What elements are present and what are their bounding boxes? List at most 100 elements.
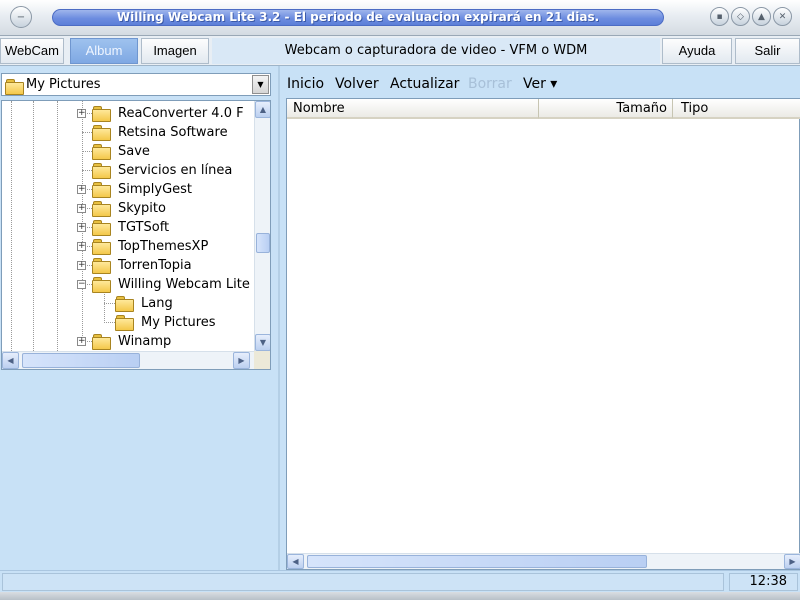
tree-connector bbox=[82, 170, 92, 171]
tree-item-label: ReaConverter 4.0 F bbox=[118, 106, 244, 121]
restore-icon[interactable]: ◇ bbox=[731, 7, 750, 26]
ayuda-button[interactable]: Ayuda bbox=[662, 38, 732, 64]
folder-icon bbox=[5, 79, 24, 95]
tree-item-label: TorrenTopia bbox=[118, 258, 192, 273]
folder-tree: + ReaConverter 4.0 F Retsina Software Save S… bbox=[1, 100, 271, 370]
column-header-tamano[interactable]: Tamaño bbox=[539, 99, 673, 119]
window-title: Willing Webcam Lite 3.2 - El periodo de … bbox=[52, 9, 664, 26]
tree-item[interactable]: Save bbox=[2, 142, 256, 161]
tree-item[interactable]: + TGTSoft bbox=[2, 218, 256, 237]
close-icon[interactable]: ✕ bbox=[773, 7, 792, 26]
window-bottom-border bbox=[0, 592, 800, 600]
expand-icon[interactable]: + bbox=[77, 109, 86, 118]
scroll-up-icon[interactable]: ▲ bbox=[255, 101, 270, 118]
tree-connector bbox=[104, 303, 115, 304]
file-list: Nombre Tamaño Tipo ◀ ▶ bbox=[286, 98, 800, 570]
borrar-link: Borrar bbox=[468, 76, 512, 92]
album-panel: Inicio Volver Actualizar Borrar Ver ▾ No… bbox=[282, 66, 800, 570]
folder-combo-value: My Pictures bbox=[26, 77, 101, 92]
column-header-nombre[interactable]: Nombre bbox=[287, 99, 539, 119]
tree-item[interactable]: − Willing Webcam Lite bbox=[2, 275, 256, 294]
folder-icon bbox=[115, 296, 134, 312]
tree-vscroll-thumb[interactable] bbox=[256, 233, 270, 253]
tree-item[interactable]: + ReaConverter 4.0 F bbox=[2, 104, 256, 123]
scroll-right-icon[interactable]: ▶ bbox=[784, 554, 800, 569]
status-bar: 12:38 bbox=[0, 570, 800, 592]
folder-icon bbox=[92, 106, 111, 122]
folder-panel: My Pictures ▼ + ReaConverter 4.0 F Retsina… bbox=[0, 66, 280, 570]
status-clock: 12:38 bbox=[729, 573, 798, 591]
tree-item-label: Skypito bbox=[118, 201, 166, 216]
folder-icon bbox=[92, 163, 111, 179]
file-list-hscroll-thumb[interactable] bbox=[307, 555, 647, 568]
tree-item-label: Retsina Software bbox=[118, 125, 228, 140]
dropdown-arrow-icon[interactable]: ▼ bbox=[252, 75, 269, 94]
tree-item[interactable]: + TopThemesXP bbox=[2, 237, 256, 256]
tree-item-label: SimplyGest bbox=[118, 182, 193, 197]
window-menu-icon[interactable]: − bbox=[10, 6, 32, 28]
expand-icon[interactable]: + bbox=[77, 185, 86, 194]
tree-item[interactable]: Lang bbox=[2, 294, 256, 313]
expand-icon[interactable]: + bbox=[77, 261, 86, 270]
volver-link[interactable]: Volver bbox=[335, 76, 379, 92]
tree-item-label: Servicios en línea bbox=[118, 163, 233, 178]
expand-icon[interactable]: + bbox=[77, 223, 86, 232]
tree-item-label: Lang bbox=[141, 296, 173, 311]
scrollbar-corner bbox=[254, 351, 270, 369]
webcam-button[interactable]: WebCam bbox=[0, 38, 64, 64]
inicio-link[interactable]: Inicio bbox=[287, 76, 324, 92]
window-controls: ▪ ◇ ▲ ✕ bbox=[710, 7, 792, 26]
main-toolbar: WebCam Album Imagen Webcam o capturadora… bbox=[0, 36, 800, 66]
tree-horizontal-scrollbar[interactable]: ◀ ▶ bbox=[2, 351, 256, 369]
scroll-down-icon[interactable]: ▼ bbox=[255, 334, 270, 351]
tree-item[interactable]: + Skypito bbox=[2, 199, 256, 218]
folder-icon bbox=[92, 277, 111, 293]
scroll-left-icon[interactable]: ◀ bbox=[2, 352, 19, 369]
folder-icon bbox=[92, 239, 111, 255]
scroll-left-icon[interactable]: ◀ bbox=[287, 554, 304, 569]
expand-icon[interactable]: + bbox=[77, 204, 86, 213]
tree-connector bbox=[82, 151, 92, 152]
expand-icon[interactable]: + bbox=[77, 337, 86, 346]
album-button[interactable]: Album bbox=[70, 38, 138, 64]
folder-icon bbox=[115, 315, 134, 331]
status-message bbox=[2, 573, 724, 591]
salir-button[interactable]: Salir bbox=[735, 38, 800, 64]
tree-vertical-scrollbar[interactable]: ▲ ▼ bbox=[254, 101, 270, 351]
tree-item-label: TopThemesXP bbox=[118, 239, 209, 254]
folder-icon bbox=[92, 144, 111, 160]
folder-icon bbox=[92, 182, 111, 198]
tree-item-label: Willing Webcam Lite bbox=[118, 277, 250, 292]
tree-item[interactable]: + TorrenTopia bbox=[2, 256, 256, 275]
column-header-tipo[interactable]: Tipo bbox=[673, 99, 800, 119]
tree-item[interactable]: Retsina Software bbox=[2, 123, 256, 142]
tree-item-label: TGTSoft bbox=[118, 220, 170, 235]
imagen-button[interactable]: Imagen bbox=[141, 38, 209, 64]
folder-icon bbox=[92, 125, 111, 141]
actualizar-link[interactable]: Actualizar bbox=[390, 76, 459, 92]
tree-item[interactable]: My Pictures bbox=[2, 313, 256, 332]
tree-item[interactable]: Servicios en línea bbox=[2, 161, 256, 180]
collapse-icon[interactable]: − bbox=[77, 280, 86, 289]
tree-connector bbox=[82, 132, 92, 133]
folder-icon bbox=[92, 201, 111, 217]
folder-icon bbox=[92, 334, 111, 350]
capture-device-title: Webcam o capturadora de video - VFM o WD… bbox=[212, 38, 660, 64]
folder-combo[interactable]: My Pictures ▼ bbox=[1, 73, 271, 96]
file-list-horizontal-scrollbar[interactable]: ◀ ▶ bbox=[287, 553, 800, 569]
folder-icon bbox=[92, 220, 111, 236]
tree-item-label: My Pictures bbox=[141, 315, 216, 330]
scroll-right-icon[interactable]: ▶ bbox=[233, 352, 250, 369]
tree-hscroll-thumb[interactable] bbox=[22, 353, 140, 368]
maximize-icon[interactable]: ▲ bbox=[752, 7, 771, 26]
ver-menu[interactable]: Ver ▾ bbox=[523, 76, 557, 92]
tree-item[interactable]: + Winamp bbox=[2, 332, 256, 351]
title-bar: − Willing Webcam Lite 3.2 - El periodo d… bbox=[0, 0, 800, 36]
tree-connector bbox=[104, 322, 115, 323]
expand-icon[interactable]: + bbox=[77, 242, 86, 251]
folder-icon bbox=[92, 258, 111, 274]
tree-item[interactable]: + SimplyGest bbox=[2, 180, 256, 199]
tree-item-label: Save bbox=[118, 144, 150, 159]
minimize-icon[interactable]: ▪ bbox=[710, 7, 729, 26]
tree-item-label: Winamp bbox=[118, 334, 172, 349]
